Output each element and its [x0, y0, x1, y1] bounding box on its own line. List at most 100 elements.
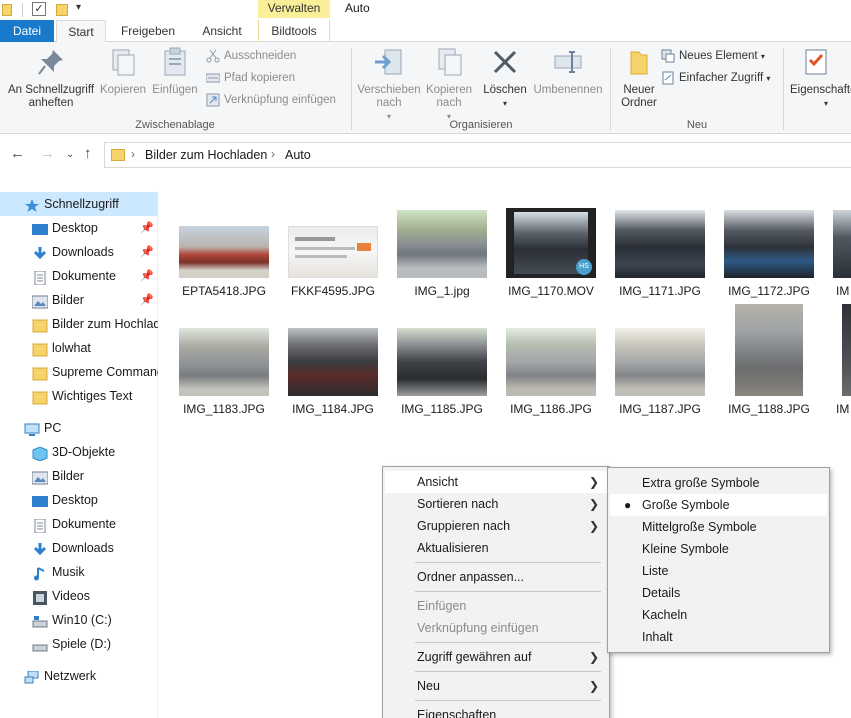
file-tile[interactable]: FKKF4595.JPG — [281, 210, 385, 318]
tab-bildtools[interactable]: Bildtools — [258, 20, 330, 42]
new-item-button[interactable]: Neues Element ▾ — [661, 46, 765, 66]
breadcrumb-separator-icon[interactable]: › — [131, 147, 135, 161]
pin-icon[interactable]: 📌 — [140, 240, 154, 264]
submenu-item-small-icons[interactable]: Kleine Symbole — [610, 538, 827, 560]
menu-item-gruppieren[interactable]: Gruppieren nach ❯ — [385, 515, 607, 537]
file-tile[interactable]: HS IMG_1170.MOV — [499, 208, 603, 318]
customize-quick-access-icon[interactable]: ▾ — [76, 2, 88, 16]
submenu-item-tiles[interactable]: Kacheln — [610, 604, 827, 626]
file-tile[interactable]: IMG_1.jpg — [390, 210, 494, 318]
pin-quick-access-button[interactable]: An Schnellzugriff anheften — [4, 46, 98, 110]
menu-item-sortieren[interactable]: Sortieren nach ❯ — [385, 493, 607, 515]
nav-item-pc-desktop[interactable]: Desktop — [0, 488, 158, 512]
new-folder-button[interactable]: Neuer Ordner — [615, 46, 663, 110]
move-to-button[interactable]: Verschieben nach ▾ — [356, 46, 422, 123]
new-folder-quick-icon[interactable] — [56, 4, 68, 16]
file-tile[interactable]: IM — [826, 304, 851, 416]
file-tile[interactable]: IM — [826, 210, 851, 318]
menu-item-label: Zugriff gewähren auf — [417, 650, 532, 664]
submenu-item-extra-large-icons[interactable]: Extra große Symbole — [610, 472, 827, 494]
nav-item-pc-bilder[interactable]: Bilder — [0, 464, 158, 488]
chevron-right-icon: ❯ — [588, 475, 599, 489]
clipboard-icon — [159, 46, 191, 78]
menu-item-neu[interactable]: Neu ❯ — [385, 675, 607, 697]
nav-item-pc-downloads[interactable]: Downloads — [0, 536, 158, 560]
submenu-item-content[interactable]: Inhalt — [610, 626, 827, 648]
file-tile[interactable]: IMG_1172.JPG — [717, 210, 821, 318]
file-tile[interactable]: IMG_1183.JPG — [172, 328, 276, 436]
pin-icon[interactable]: 📌 — [140, 264, 154, 288]
properties-button[interactable]: Eigenschaften ▾ — [790, 46, 851, 110]
copy-path-button[interactable]: Pfad kopieren — [205, 68, 295, 88]
file-tile[interactable]: EPTA5418.JPG — [172, 210, 276, 318]
paste-shortcut-button[interactable]: Verknüpfung einfügen — [206, 90, 336, 110]
copy-path-label: Pfad kopieren — [224, 72, 295, 84]
submenu-item-medium-icons[interactable]: Mittelgroße Symbole — [610, 516, 827, 538]
file-tile[interactable]: IMG_1185.JPG — [390, 328, 494, 436]
copy-label: Kopieren — [99, 84, 147, 96]
easy-access-button[interactable]: Einfacher Zugriff ▾ — [661, 68, 770, 88]
file-tile[interactable]: IMG_1171.JPG — [608, 210, 712, 318]
menu-item-eigenschaften[interactable]: Eigenschaften — [385, 704, 607, 718]
file-tile[interactable]: IMG_1184.JPG — [281, 328, 385, 436]
nav-item-supreme-commander[interactable]: Supreme Commander — [0, 360, 158, 384]
paste-button[interactable]: Einfügen — [150, 46, 200, 97]
nav-item-label: Downloads — [52, 541, 114, 555]
nav-item-bilder[interactable]: Bilder 📌 — [0, 288, 158, 312]
image-thumbnail — [506, 328, 596, 396]
tab-start[interactable]: Start — [56, 20, 106, 43]
submenu-item-large-icons[interactable]: ● Große Symbole — [610, 494, 827, 516]
file-tile[interactable]: IMG_1186.JPG — [499, 328, 603, 436]
nav-item-wichtiges-text[interactable]: Wichtiges Text — [0, 384, 158, 408]
breadcrumb-separator-icon[interactable]: › — [271, 147, 275, 161]
tab-freigeben[interactable]: Freigeben — [110, 20, 186, 42]
tab-ansicht[interactable]: Ansicht — [192, 20, 252, 42]
copy-button[interactable]: Kopieren — [98, 46, 148, 97]
nav-item-downloads[interactable]: Downloads 📌 — [0, 240, 158, 264]
nav-item-videos[interactable]: Videos — [0, 584, 158, 608]
file-tile[interactable]: IMG_1188.JPG — [717, 304, 821, 416]
up-arrow-icon[interactable]: ↑ — [84, 145, 92, 162]
address-bar[interactable]: › Bilder zum Hochladen › Auto — [104, 142, 851, 168]
menu-item-verknuepfung-einfuegen[interactable]: Verknüpfung einfügen — [385, 617, 607, 639]
nav-item-bilder-zum-hochladen[interactable]: Bilder zum Hochladen — [0, 312, 158, 336]
properties-quick-icon[interactable]: ✓ — [32, 2, 46, 16]
file-name: IMG_1187.JPG — [619, 402, 701, 416]
nav-item-desktop[interactable]: Desktop 📌 — [0, 216, 158, 240]
file-tile[interactable]: IMG_1187.JPG — [608, 328, 712, 436]
cut-button[interactable]: Ausschneiden — [206, 46, 296, 66]
tab-datei[interactable]: Datei — [0, 20, 54, 42]
nav-item-netzwerk[interactable]: Netzwerk — [0, 664, 158, 688]
menu-item-zugriff-gewaehren[interactable]: Zugriff gewähren auf ❯ — [385, 646, 607, 668]
menu-item-aktualisieren[interactable]: Aktualisieren — [385, 537, 607, 559]
nav-item-dokumente[interactable]: Dokumente 📌 — [0, 264, 158, 288]
copy-to-button[interactable]: Kopieren nach ▾ — [422, 46, 476, 123]
nav-item-pc[interactable]: PC — [0, 416, 158, 440]
pin-icon[interactable]: 📌 — [140, 288, 154, 312]
nav-item-win10-c[interactable]: Win10 (C:) — [0, 608, 158, 632]
chevron-down-icon: ▾ — [824, 99, 829, 108]
pin-icon[interactable]: 📌 — [140, 216, 154, 240]
divider — [415, 562, 601, 563]
breadcrumb-item[interactable]: Auto — [285, 148, 311, 162]
submenu-item-list[interactable]: Liste — [610, 560, 827, 582]
file-name: IMG_1.jpg — [414, 284, 470, 298]
nav-item-pc-dokumente[interactable]: Dokumente — [0, 512, 158, 536]
nav-item-label: Desktop — [52, 493, 98, 507]
rename-button[interactable]: Umbenennen — [532, 46, 604, 97]
recent-locations-icon[interactable]: ⌄ — [66, 149, 74, 160]
nav-item-lolwhat[interactable]: lolwhat — [0, 336, 158, 360]
breadcrumb-item[interactable]: Bilder zum Hochladen — [145, 148, 267, 162]
menu-item-ordner-anpassen[interactable]: Ordner anpassen... — [385, 566, 607, 588]
nav-item-musik[interactable]: Musik — [0, 560, 158, 584]
nav-item-quick-access[interactable]: Schnellzugriff — [0, 192, 158, 216]
submenu-item-label: Mittelgroße Symbole — [642, 520, 757, 534]
nav-item-spiele-d[interactable]: Spiele (D:) — [0, 632, 158, 656]
nav-item-3d-objekte[interactable]: 3D-Objekte — [0, 440, 158, 464]
back-arrow-icon[interactable]: ← — [10, 145, 25, 162]
menu-item-einfuegen[interactable]: Einfügen — [385, 595, 607, 617]
submenu-item-details[interactable]: Details — [610, 582, 827, 604]
forward-arrow-icon[interactable]: → — [40, 145, 55, 162]
delete-button[interactable]: Löschen ▾ — [480, 46, 530, 110]
menu-item-ansicht[interactable]: Ansicht ❯ — [385, 471, 607, 493]
